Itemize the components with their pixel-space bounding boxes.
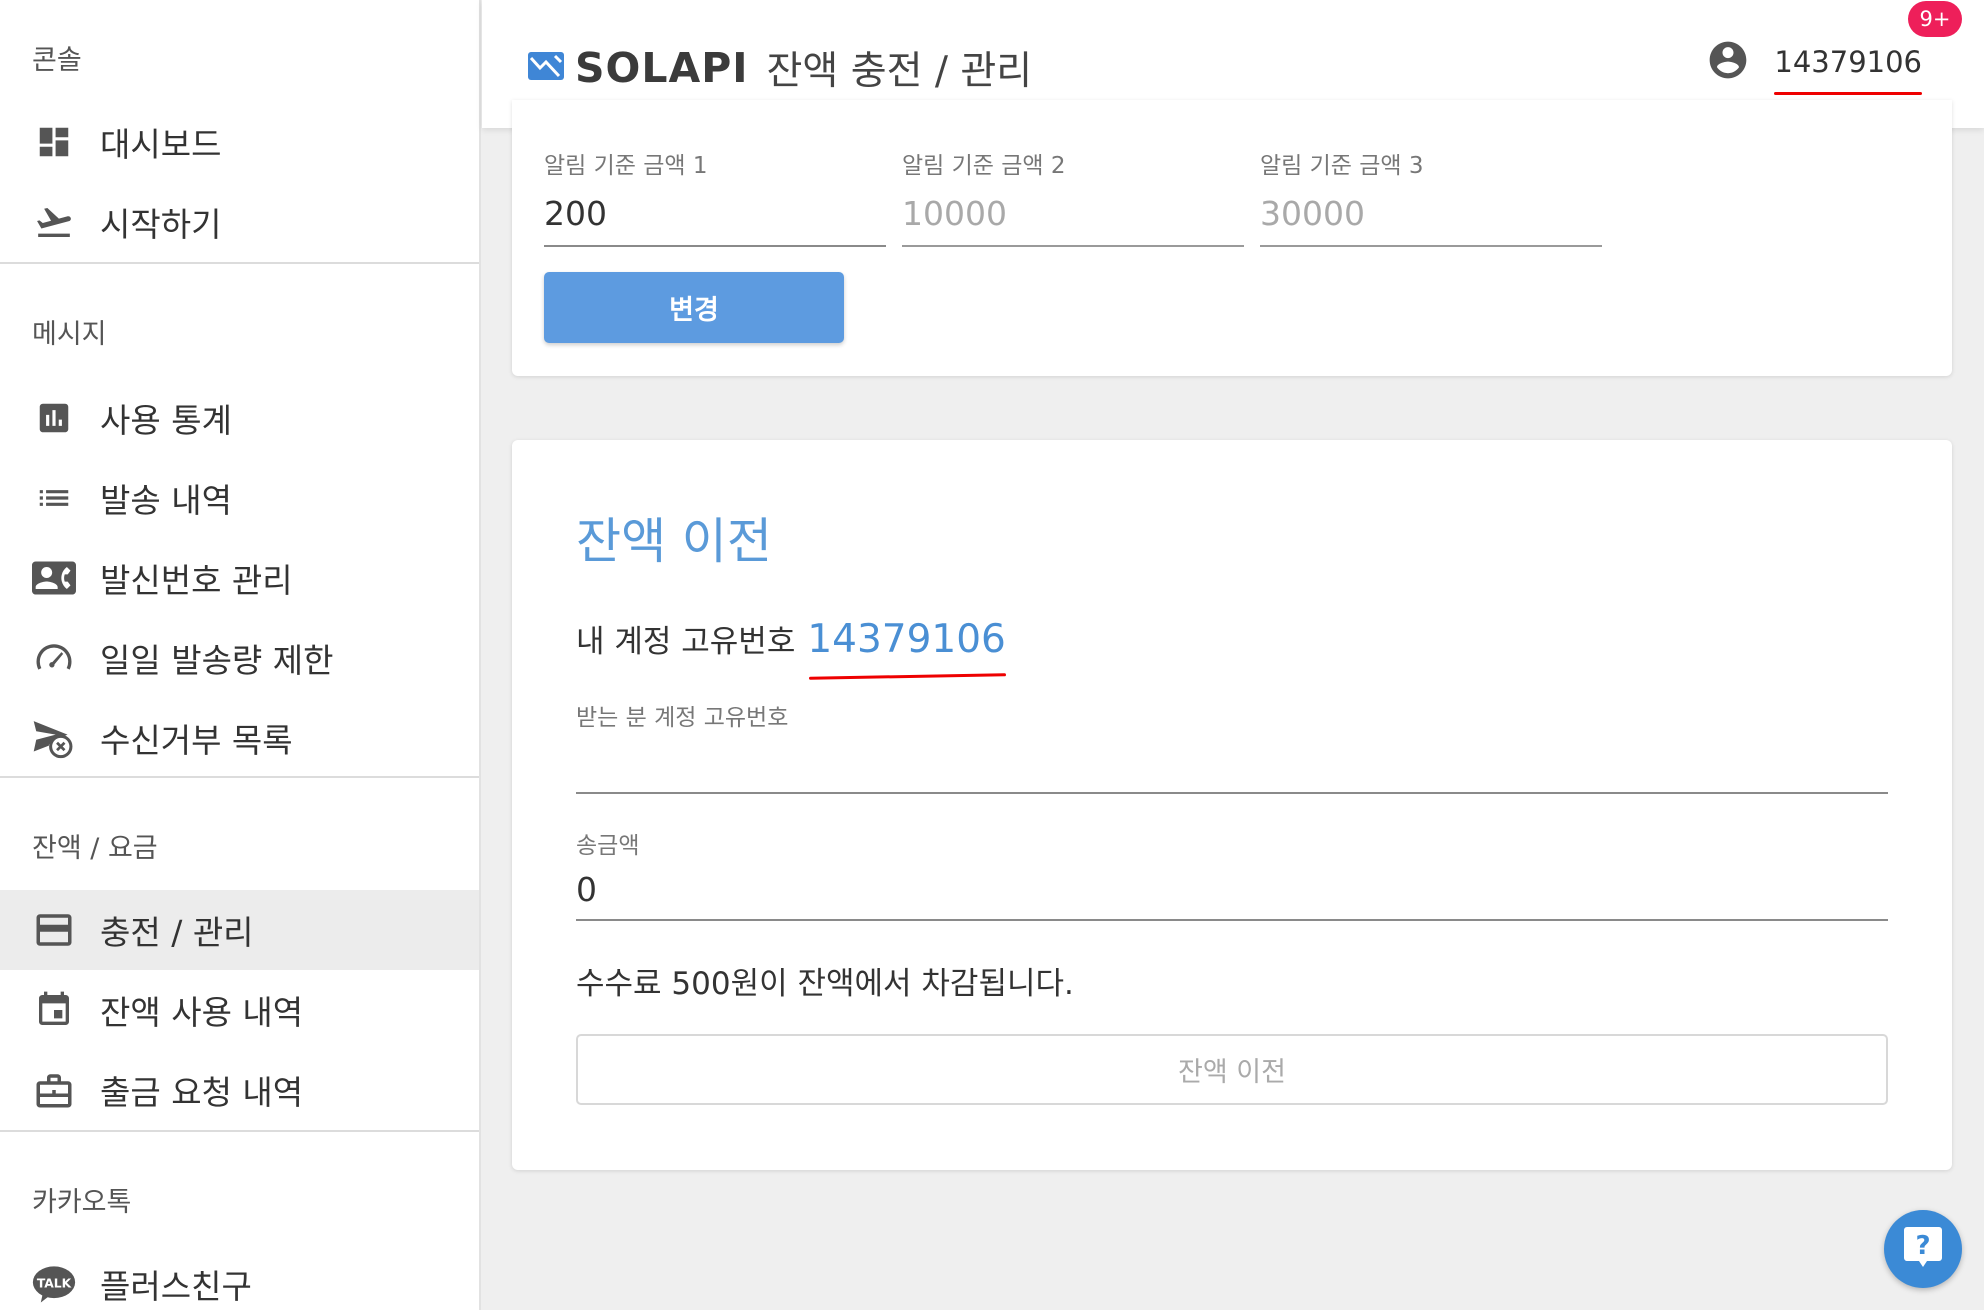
- sidebar-header-balance: 잔액 / 요금: [32, 833, 158, 864]
- sidebar-item-label: 플러스친구: [100, 1267, 252, 1306]
- field-label: 송금액: [576, 833, 640, 859]
- fee-note: 수수료 500원이 잔액에서 차감됩니다.: [576, 966, 1074, 1002]
- dashboard-icon: [32, 120, 76, 164]
- alert-threshold-2-input[interactable]: 10000: [902, 194, 1244, 247]
- sidebar-item-label: 발신번호 관리: [100, 561, 293, 600]
- sidebar-item-withdraw-history[interactable]: 출금 요청 내역: [0, 1050, 479, 1130]
- field-label: 알림 기준 금액 3: [1260, 153, 1424, 179]
- sidebar-divider: [0, 1130, 479, 1132]
- contact-phone-icon: [32, 556, 76, 600]
- field-label: 받는 분 계정 고유번호: [576, 705, 789, 731]
- briefcase-icon: [32, 1068, 76, 1112]
- sidebar-divider: [0, 776, 479, 778]
- svg-text:TALK: TALK: [37, 1277, 72, 1291]
- sidebar-item-label: 수신거부 목록: [100, 721, 293, 760]
- list-icon: [32, 476, 76, 520]
- sidebar-divider: [0, 262, 479, 264]
- help-button[interactable]: ?: [1884, 1210, 1962, 1288]
- field-label: 알림 기준 금액 1: [544, 153, 708, 179]
- account-circle-icon: [1706, 38, 1750, 86]
- alert-threshold-3-input[interactable]: 30000: [1260, 194, 1602, 247]
- calendar-icon: [32, 988, 76, 1032]
- section-title: 잔액 이전: [576, 513, 772, 570]
- my-account-id-value: 14379106: [807, 617, 1006, 662]
- amount-field[interactable]: 송금액 0: [576, 826, 1888, 921]
- alert-settings-card: 알림 기준 금액 1 200 알림 기준 금액 2 10000 알림 기준 금액…: [512, 100, 1952, 376]
- my-account-id-label: 내 계정 고유번호: [576, 624, 796, 660]
- speedometer-icon: [32, 636, 76, 680]
- bar-chart-icon: [32, 396, 76, 440]
- sidebar-item-dashboard[interactable]: 대시보드: [0, 102, 479, 182]
- sidebar: 콘솔 대시보드 시작하기 메시지 사용 통계 발송 내역 발신번호 관리 일일 …: [0, 0, 481, 1310]
- recipient-id-field[interactable]: 받는 분 계정 고유번호: [576, 698, 1888, 794]
- sidebar-item-balance-history[interactable]: 잔액 사용 내역: [0, 970, 479, 1050]
- sidebar-item-label: 발송 내역: [100, 481, 232, 520]
- my-account-id-row: 내 계정 고유번호 14379106: [576, 616, 1006, 662]
- send-blocked-icon: [32, 716, 76, 760]
- sidebar-item-sender-numbers[interactable]: 발신번호 관리: [0, 538, 479, 618]
- takeoff-icon: [32, 200, 76, 244]
- sidebar-item-get-started[interactable]: 시작하기: [0, 182, 479, 262]
- svg-text:?: ?: [1915, 1231, 1930, 1261]
- alert-threshold-1-field[interactable]: 알림 기준 금액 1 200: [544, 146, 886, 247]
- credit-card-icon: [32, 908, 76, 952]
- change-button[interactable]: 변경: [544, 272, 844, 343]
- sidebar-item-label: 시작하기: [100, 205, 222, 244]
- sidebar-item-charge-manage[interactable]: 충전 / 관리: [0, 890, 479, 970]
- notification-badge[interactable]: 9+: [1908, 1, 1962, 37]
- logo[interactable]: SOLAPI 잔액 충전 / 관리: [527, 40, 1032, 96]
- user-menu[interactable]: 14379106: [1706, 38, 1922, 95]
- user-id: 14379106: [1774, 45, 1922, 95]
- help-icon: ?: [1901, 1223, 1945, 1275]
- sidebar-item-label: 사용 통계: [100, 401, 232, 440]
- sidebar-item-label: 출금 요청 내역: [100, 1073, 304, 1112]
- sidebar-item-send-history[interactable]: 발송 내역: [0, 458, 479, 538]
- recipient-id-input[interactable]: [576, 732, 1888, 794]
- sidebar-item-blocklist[interactable]: 수신거부 목록: [0, 698, 479, 778]
- alert-threshold-3-field[interactable]: 알림 기준 금액 3 30000: [1260, 146, 1602, 247]
- amount-input[interactable]: 0: [576, 860, 1888, 921]
- sidebar-item-daily-limit[interactable]: 일일 발송량 제한: [0, 618, 479, 698]
- talk-icon: TALK: [32, 1262, 76, 1306]
- sidebar-item-plus-friend[interactable]: TALK 플러스친구: [0, 1244, 479, 1310]
- balance-transfer-card: 잔액 이전 내 계정 고유번호 14379106 받는 분 계정 고유번호 송금…: [512, 440, 1952, 1170]
- brand-name: SOLAPI: [575, 44, 749, 92]
- sidebar-header-console: 콘솔: [32, 45, 82, 76]
- sidebar-item-label: 충전 / 관리: [100, 913, 254, 952]
- sidebar-item-label: 일일 발송량 제한: [100, 641, 334, 680]
- page-title: 잔액 충전 / 관리: [766, 49, 1033, 94]
- sidebar-item-label: 대시보드: [100, 125, 222, 164]
- sidebar-header-message: 메시지: [32, 319, 107, 350]
- field-label: 알림 기준 금액 2: [902, 153, 1066, 179]
- sidebar-item-usage-stats[interactable]: 사용 통계: [0, 378, 479, 458]
- alert-threshold-2-field[interactable]: 알림 기준 금액 2 10000: [902, 146, 1244, 247]
- balance-transfer-button[interactable]: 잔액 이전: [576, 1034, 1888, 1105]
- sidebar-header-kakaotalk: 카카오톡: [32, 1187, 132, 1218]
- alert-threshold-1-input[interactable]: 200: [544, 194, 886, 247]
- mail-logo-icon: [527, 50, 565, 86]
- sidebar-item-label: 잔액 사용 내역: [100, 993, 304, 1032]
